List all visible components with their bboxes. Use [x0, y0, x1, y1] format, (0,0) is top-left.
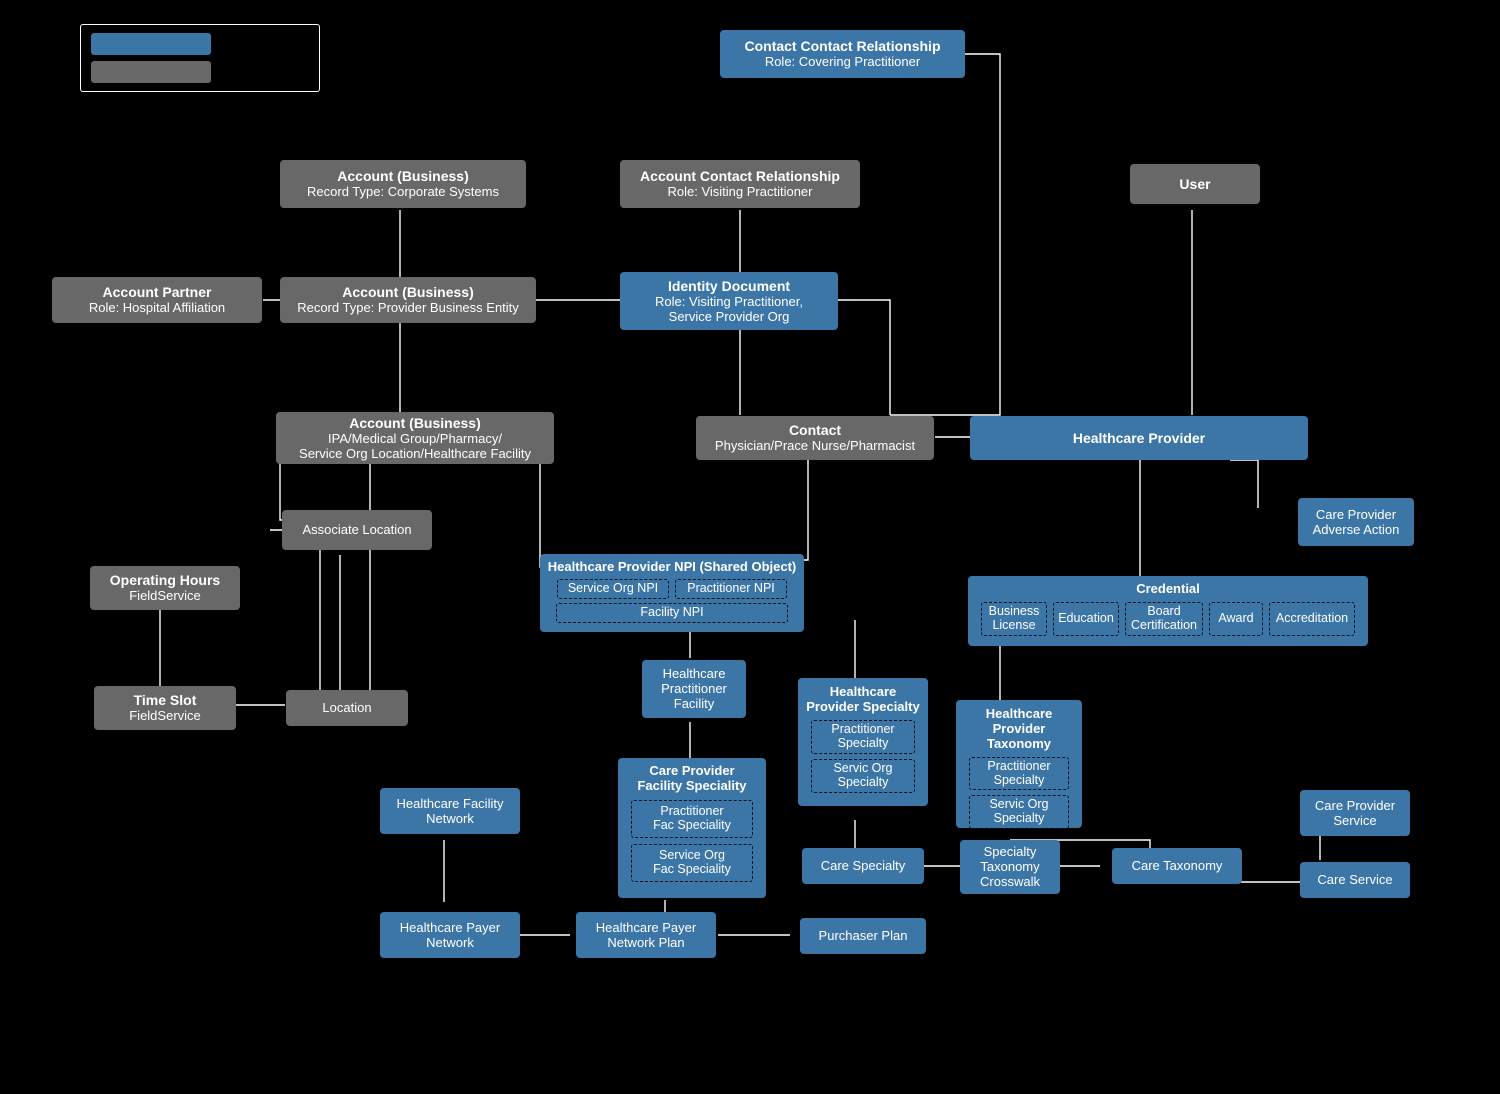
- node-account-business-provider: Account (Business) Record Type: Provider…: [280, 277, 536, 323]
- node-care-service: Care Service: [1300, 862, 1410, 898]
- node-identity-document: Identity Document Role: Visiting Practit…: [620, 272, 838, 330]
- node-healthcare-payer-network: Healthcare Payer Network: [380, 912, 520, 958]
- node-contact-contact-relationship: Contact Contact Relationship Role: Cover…: [720, 30, 965, 78]
- node-specialty-taxonomy-crosswalk: Specialty Taxonomy Crosswalk: [960, 840, 1060, 894]
- node-care-taxonomy: Care Taxonomy: [1112, 848, 1242, 884]
- node-care-provider-facility-speciality: Care Provider Facility Speciality Practi…: [618, 758, 766, 898]
- legend-swatch-blue: [91, 33, 211, 55]
- node-location: Location: [286, 690, 408, 726]
- legend-swatch-gray: [91, 61, 211, 83]
- node-healthcare-practitioner-facility: Healthcare Practitioner Facility: [642, 660, 746, 718]
- node-care-specialty: Care Specialty: [802, 848, 924, 884]
- node-healthcare-facility-network: Healthcare Facility Network: [380, 788, 520, 834]
- node-user: User: [1130, 164, 1260, 204]
- node-operating-hours: Operating Hours FieldService: [90, 566, 240, 610]
- subtitle: Role: Covering Practitioner: [765, 55, 920, 70]
- node-healthcare-provider-specialty: Healthcare Provider Specialty Practition…: [798, 678, 928, 806]
- node-healthcare-provider-taxonomy: Healthcare Provider Taxonomy Practitione…: [956, 700, 1082, 828]
- node-account-contact-relationship: Account Contact Relationship Role: Visit…: [620, 160, 860, 208]
- node-credential: Credential Business License Education Bo…: [968, 576, 1368, 646]
- node-account-business-corporate: Account (Business) Record Type: Corporat…: [280, 160, 526, 208]
- node-account-business-facility: Account (Business) IPA/Medical Group/Pha…: [276, 412, 554, 464]
- node-contact: Contact Physician/Prace Nurse/Pharmacist: [696, 416, 934, 460]
- title: Contact Contact Relationship: [744, 38, 940, 54]
- node-care-provider-service: Care Provider Service: [1300, 790, 1410, 836]
- node-healthcare-payer-network-plan: Healthcare Payer Network Plan: [576, 912, 716, 958]
- node-account-partner: Account Partner Role: Hospital Affiliati…: [52, 277, 262, 323]
- node-healthcare-provider-npi: Healthcare Provider NPI (Shared Object) …: [540, 554, 804, 632]
- node-associate-location: Associate Location: [282, 510, 432, 550]
- node-care-provider-adverse-action: Care Provider Adverse Action: [1298, 498, 1414, 546]
- legend: [80, 24, 320, 92]
- node-healthcare-provider: Healthcare Provider: [970, 416, 1308, 460]
- node-time-slot: Time Slot FieldService: [94, 686, 236, 730]
- node-purchaser-plan: Purchaser Plan: [800, 918, 926, 954]
